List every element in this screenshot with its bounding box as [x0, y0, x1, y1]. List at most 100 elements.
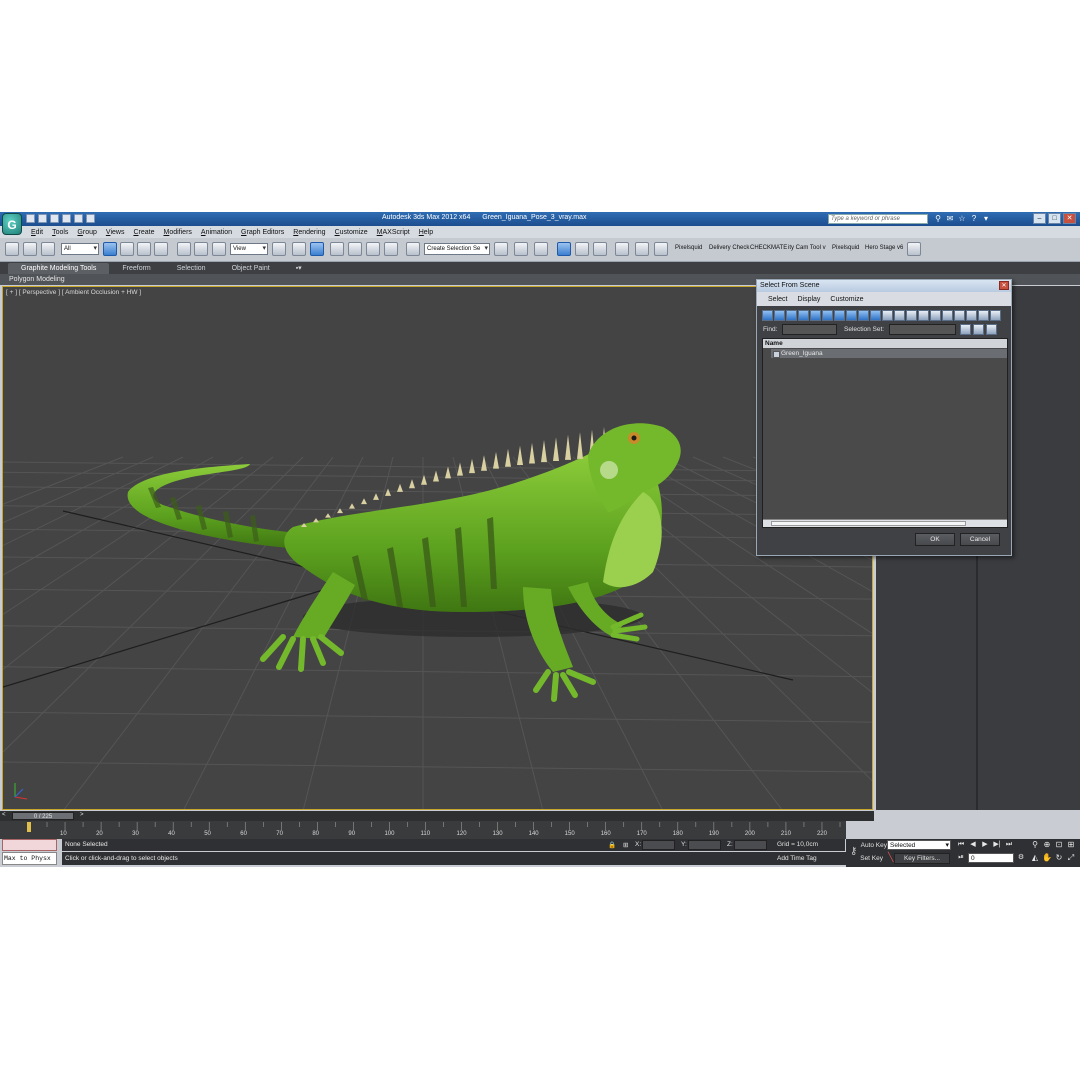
menu-views[interactable]: Views — [106, 229, 125, 236]
new-file-icon[interactable] — [26, 214, 35, 223]
select-by-name-icon[interactable] — [120, 242, 134, 256]
horizontal-scrollbar[interactable] — [763, 519, 1007, 527]
filter-icon[interactable] — [978, 310, 989, 321]
display-all-icon[interactable] — [906, 310, 917, 321]
time-slider-thumb[interactable]: 0 / 225 — [12, 812, 74, 820]
material-editor-icon[interactable] — [615, 242, 629, 256]
menu-animation[interactable]: Animation — [201, 229, 232, 236]
maximize-button[interactable]: □ — [1048, 213, 1061, 224]
go-to-start-icon[interactable]: ⏮ — [956, 840, 966, 850]
y-coordinate-field[interactable] — [688, 840, 721, 850]
scale-icon[interactable] — [212, 242, 226, 256]
menu-create[interactable]: Create — [133, 229, 154, 236]
percent-snap-icon[interactable] — [366, 242, 380, 256]
orbit-icon[interactable]: ↻ — [1054, 853, 1064, 863]
reference-coordinate-dropdown[interactable]: View — [230, 243, 268, 255]
zoom-extents-all-icon[interactable]: ⊞ — [1066, 840, 1076, 850]
selection-filter-dropdown[interactable]: All — [61, 243, 99, 255]
menu-customize[interactable]: Customize — [335, 229, 368, 236]
render-frame-icon[interactable] — [654, 242, 668, 256]
scrollbar-thumb[interactable] — [771, 521, 966, 526]
help-icon[interactable]: ? — [970, 214, 978, 223]
schematic-view-icon[interactable] — [593, 242, 607, 256]
tab-selection[interactable]: Selection — [164, 263, 219, 274]
select-and-manipulate-icon[interactable] — [292, 242, 306, 256]
mirror-icon[interactable] — [494, 242, 508, 256]
rotate-icon[interactable] — [194, 242, 208, 256]
plugin-hero-stage[interactable]: Hero Stage v6 — [865, 245, 903, 251]
tab-graphite-modeling-tools[interactable]: Graphite Modeling Tools — [8, 262, 110, 274]
project-folder-icon[interactable] — [86, 214, 95, 223]
render-setup-icon[interactable] — [635, 242, 649, 256]
display-invert-icon[interactable] — [930, 310, 941, 321]
select-invert-icon[interactable] — [966, 310, 977, 321]
lock-selection-icon[interactable]: 🔒 — [608, 841, 616, 849]
pivot-center-icon[interactable] — [272, 242, 286, 256]
menu-tools[interactable]: Tools — [52, 229, 68, 236]
dropdown-arrow-icon[interactable]: ▾ — [982, 214, 990, 223]
redo-icon[interactable] — [74, 214, 83, 223]
previous-frame-icon[interactable]: ◀ — [968, 840, 978, 850]
close-button[interactable]: ✕ — [1063, 213, 1076, 224]
dialog-title-bar[interactable]: Select From Scene ✕ — [757, 280, 1011, 292]
maxscript-input[interactable]: Max to Physx — [2, 852, 57, 865]
ribbon-options-icon[interactable]: ▪▾ — [283, 263, 315, 274]
minimize-button[interactable]: – — [1033, 213, 1046, 224]
move-icon[interactable] — [177, 242, 191, 256]
display-cameras-icon[interactable] — [798, 310, 809, 321]
search-input[interactable]: Type a keyword or phrase — [828, 214, 928, 224]
named-selection-dropdown[interactable]: Create Selection Se — [424, 243, 490, 255]
layer-manager-icon[interactable] — [534, 242, 548, 256]
time-slider[interactable]: < 0 / 225 > — [0, 811, 874, 821]
display-bones-icon[interactable] — [858, 310, 869, 321]
menu-group[interactable]: Group — [77, 229, 96, 236]
select-and-link-icon[interactable] — [5, 242, 19, 256]
align-icon[interactable] — [514, 242, 528, 256]
menu-graph-editors[interactable]: Graph Editors — [241, 229, 284, 236]
display-frozen-icon[interactable] — [882, 310, 893, 321]
plugin-delivery-check[interactable]: Delivery Check — [709, 245, 749, 251]
perspective-viewport[interactable]: [ + ] [ Perspective ] [ Ambient Occlusio… — [2, 286, 873, 810]
tab-object-paint[interactable]: Object Paint — [219, 263, 283, 274]
add-to-selection-set-icon[interactable] — [973, 324, 984, 335]
dialog-menu-select[interactable]: Select — [768, 296, 787, 303]
plugin-checkmate[interactable]: CHECKMATE — [750, 245, 787, 251]
display-geometry-icon[interactable] — [762, 310, 773, 321]
dialog-close-button[interactable]: ✕ — [999, 281, 1009, 290]
current-frame-field[interactable]: 0 — [968, 853, 1014, 863]
select-object-icon[interactable] — [103, 242, 117, 256]
cancel-button[interactable]: Cancel — [960, 533, 1000, 546]
display-space-warps-icon[interactable] — [822, 310, 833, 321]
pan-view-icon[interactable]: ✋ — [1042, 853, 1052, 863]
zoom-icon[interactable]: ⚲ — [1030, 840, 1040, 850]
rectangular-selection-icon[interactable] — [137, 242, 151, 256]
next-frame-icon[interactable]: ▶| — [992, 840, 1002, 850]
remove-from-selection-set-icon[interactable] — [986, 324, 997, 335]
menu-modifiers[interactable]: Modifiers — [163, 229, 191, 236]
selection-set-dropdown[interactable] — [889, 324, 956, 335]
favorites-icon[interactable]: ☆ — [958, 214, 966, 223]
display-xrefs-icon[interactable] — [846, 310, 857, 321]
tab-freeform[interactable]: Freeform — [109, 263, 163, 274]
create-selection-set-icon[interactable] — [960, 324, 971, 335]
zoom-all-icon[interactable]: ⊕ — [1042, 840, 1052, 850]
plugin-pixelsquid-2[interactable]: Pixelsquid — [832, 245, 859, 251]
plugin-quality-cam-tool[interactable]: ity Cam Tool v — [788, 245, 826, 251]
select-none-icon[interactable] — [954, 310, 965, 321]
x-coordinate-field[interactable] — [642, 840, 675, 850]
key-mode-toggle-icon[interactable]: ⏯ — [956, 853, 966, 863]
angle-snap-icon[interactable] — [348, 242, 362, 256]
set-key-button[interactable]: Set Key — [857, 853, 883, 864]
display-hidden-icon[interactable] — [894, 310, 905, 321]
play-icon[interactable]: ▶ — [980, 840, 990, 850]
display-shapes-icon[interactable] — [774, 310, 785, 321]
application-logo-icon[interactable]: G — [2, 213, 22, 235]
save-file-icon[interactable] — [50, 214, 59, 223]
menu-maxscript[interactable]: MAXScript — [377, 229, 410, 236]
communication-center-icon[interactable]: ✉ — [946, 214, 954, 223]
z-coordinate-field[interactable] — [734, 840, 767, 850]
curve-editor-icon[interactable] — [575, 242, 589, 256]
ok-button[interactable]: OK — [915, 533, 955, 546]
go-to-end-icon[interactable]: ⏭ — [1004, 840, 1014, 850]
key-filters-button[interactable]: Key Filters... — [894, 853, 950, 864]
